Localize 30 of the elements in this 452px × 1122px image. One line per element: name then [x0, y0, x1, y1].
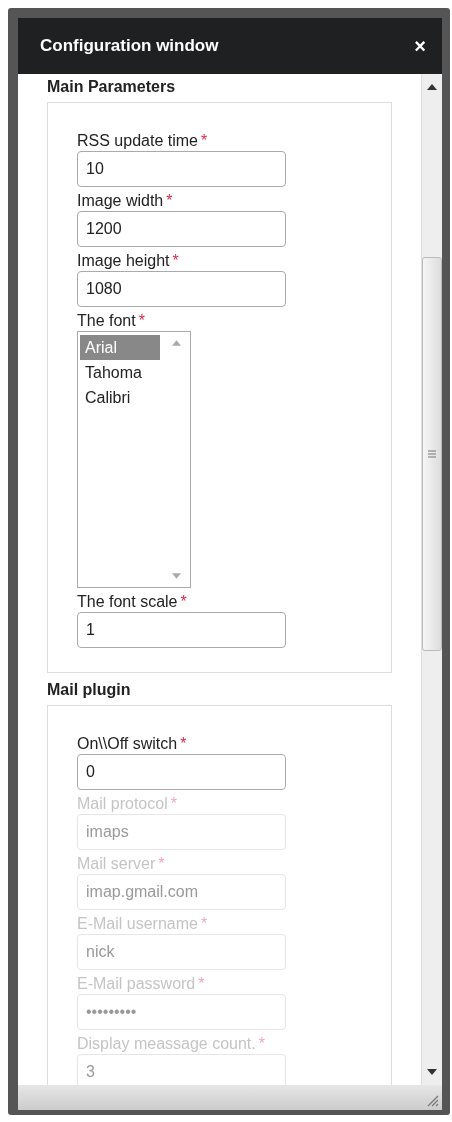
input-field[interactable]: 1080 [77, 271, 286, 307]
field-label: Image width * [77, 191, 173, 211]
field-label: Mail server * [77, 854, 165, 874]
close-button[interactable]: × [410, 34, 430, 58]
list-option[interactable]: Tahoma [80, 360, 160, 385]
field-label: Mail protocol * [77, 794, 177, 814]
window-title: Configuration window [40, 36, 219, 56]
list-option[interactable]: Arial [80, 335, 160, 360]
input-field[interactable]: 1200 [77, 211, 286, 247]
scrollbar[interactable] [421, 74, 442, 1085]
field-label: Image height * [77, 251, 179, 271]
field-label: The font * [77, 311, 145, 331]
input-field[interactable]: 1 [77, 612, 286, 648]
scroll-down-icon[interactable] [427, 1069, 437, 1075]
grip-icon [428, 450, 436, 458]
section-title: Main Parameters [47, 77, 177, 97]
field-label: RSS update time * [77, 131, 208, 151]
field-label: E-Mail username * [77, 914, 208, 934]
section-title: Mail plugin [47, 680, 132, 700]
resize-grip-icon[interactable] [427, 1095, 439, 1107]
font-listbox[interactable]: Arial Tahoma Calibri [77, 331, 191, 588]
field-label: Display meassage count. * [77, 1034, 265, 1054]
field-label: The font scale * [77, 592, 187, 612]
list-option[interactable]: Calibri [80, 385, 160, 410]
scroll-up-icon[interactable] [427, 84, 437, 90]
input-field[interactable]: 0 [77, 754, 286, 790]
field-label: E-Mail password * [77, 974, 205, 994]
field-label: On\\Off switch * [77, 734, 187, 754]
scrollbar-thumb[interactable] [422, 257, 442, 651]
input-field[interactable]: 10 [77, 151, 286, 187]
